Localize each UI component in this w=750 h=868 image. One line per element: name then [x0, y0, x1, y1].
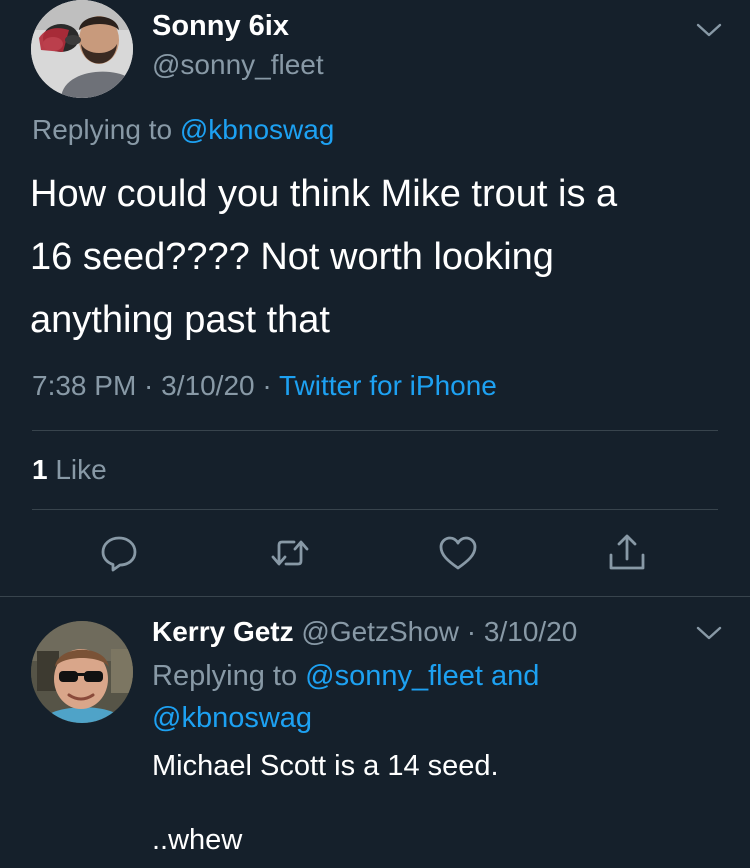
meta-separator: · — [254, 370, 279, 401]
likes-stat[interactable]: 1 Like — [32, 454, 107, 486]
chevron-down-icon[interactable] — [694, 20, 724, 40]
tweet-text: Michael Scott is a 14 seed. ..whew — [152, 750, 499, 856]
tweet-date: 3/10/20 — [161, 370, 255, 401]
user-handle[interactable]: @GetzShow — [301, 616, 459, 647]
main-tweet: Sonny 6ix @sonny_fleet Replying to @kbno… — [0, 0, 750, 596]
display-name[interactable]: Sonny 6ix — [152, 10, 289, 43]
divider — [32, 430, 718, 431]
replying-prefix: Replying to — [32, 114, 180, 145]
reply-header: Kerry Getz @GetzShow · 3/10/20 — [152, 616, 577, 648]
likes-label: Like — [47, 454, 107, 485]
display-name[interactable]: Kerry Getz — [152, 616, 294, 647]
divider — [0, 596, 750, 597]
tweet-time: 7:38 PM — [32, 370, 137, 401]
replying-prefix: Replying to — [152, 660, 306, 692]
mention-link[interactable]: @sonny_fleet — [305, 660, 483, 692]
tweet-date[interactable]: 3/10/20 — [484, 616, 577, 647]
avatar[interactable] — [31, 0, 133, 98]
user-handle[interactable]: @sonny_fleet — [152, 49, 324, 81]
avatar[interactable] — [31, 621, 133, 723]
reply-icon[interactable] — [99, 533, 139, 573]
replying-to: Replying to @sonny_fleet and @kbnoswag — [152, 655, 672, 739]
meta-separator: · — [136, 370, 162, 401]
replying-to: Replying to @kbnoswag — [32, 114, 334, 146]
mention-link[interactable]: @kbnoswag — [152, 702, 312, 734]
user-avatar-photo — [31, 621, 133, 723]
chevron-down-icon[interactable] — [694, 623, 724, 643]
mention-link[interactable]: @kbnoswag — [180, 114, 335, 145]
tweet-source-link[interactable]: Twitter for iPhone — [279, 370, 497, 401]
heart-icon[interactable] — [438, 533, 478, 573]
meta-separator: · — [459, 616, 484, 647]
share-icon[interactable] — [607, 533, 647, 573]
replying-and: and — [482, 660, 540, 692]
user-avatar-photo — [31, 0, 133, 98]
divider — [32, 509, 718, 510]
likes-count: 1 — [32, 454, 48, 485]
tweet-meta: 7:38 PM · 3/10/20 · Twitter for iPhone — [32, 370, 497, 402]
tweet-text: How could you think Mike trout is a 16 s… — [30, 173, 618, 341]
retweet-icon[interactable] — [270, 533, 310, 573]
